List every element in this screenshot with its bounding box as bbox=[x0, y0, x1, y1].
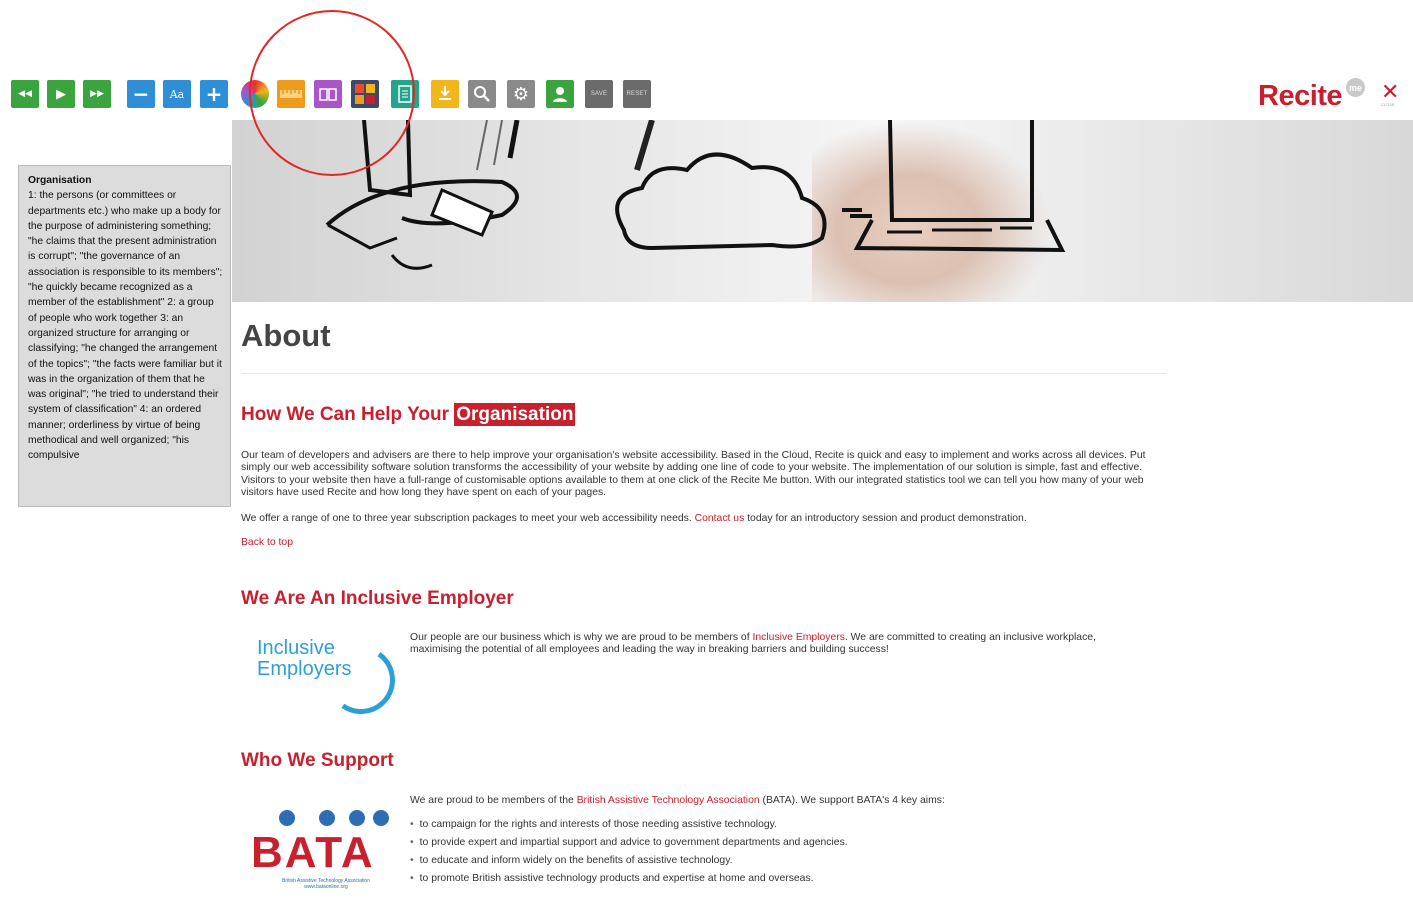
back-to-top-link[interactable]: Back to top bbox=[241, 537, 293, 548]
subscription-paragraph: We offer a range of one to three year su… bbox=[241, 513, 1167, 525]
subscription-text-after: today for an introductory session and pr… bbox=[744, 513, 1027, 524]
save-button[interactable]: SAVE bbox=[585, 80, 613, 108]
recite-toolbar: ◀◀ ▶ ▶▶ − Aa + ⚙ SAVE RESET Recite me ✕ … bbox=[0, 68, 1413, 120]
decrease-text-button[interactable]: − bbox=[127, 80, 155, 108]
fast-forward-icon: ▶▶ bbox=[90, 89, 104, 99]
page-title: About bbox=[241, 318, 331, 353]
highlighted-word: Organisation bbox=[454, 403, 576, 426]
list-item: to promote British assistive technology … bbox=[410, 870, 848, 888]
rewind-icon: ◀◀ bbox=[18, 89, 32, 99]
inclusive-employers-link[interactable]: Inclusive Employers bbox=[753, 632, 845, 643]
bata-link[interactable]: British Assistive Technology Association bbox=[577, 795, 760, 806]
subscription-text-before: We offer a range of one to three year su… bbox=[241, 513, 695, 524]
font-button[interactable]: Aa bbox=[163, 80, 191, 108]
reset-button[interactable]: RESET bbox=[623, 80, 651, 108]
bata-figure bbox=[349, 810, 365, 826]
employer-text-before: Our people are our business which is why… bbox=[410, 632, 753, 643]
bata-figure bbox=[319, 810, 335, 826]
support-paragraph: We are proud to be members of the Britis… bbox=[410, 795, 1150, 807]
bata-wordmark: BATA bbox=[251, 828, 375, 877]
search-icon bbox=[474, 86, 490, 102]
definition-title: Organisation bbox=[28, 175, 92, 186]
ie-logo-line1: Inclusive bbox=[257, 637, 335, 659]
section-heading-support: Who We Support bbox=[241, 750, 394, 771]
play-icon: ▶ bbox=[56, 86, 66, 102]
plus-icon: + bbox=[205, 82, 223, 106]
rewind-button[interactable]: ◀◀ bbox=[11, 80, 39, 108]
user-icon bbox=[553, 87, 567, 102]
bata-aims-list: to campaign for the rights and interests… bbox=[410, 816, 848, 888]
minus-icon: − bbox=[132, 82, 150, 106]
employer-paragraph: Our people are our business which is why… bbox=[410, 632, 1150, 657]
list-item: to campaign for the rights and interests… bbox=[410, 816, 848, 834]
support-text-after: (BATA). We support BATA's 4 key aims: bbox=[759, 795, 945, 806]
bata-subtitle-line2: www.bataonline.org bbox=[304, 884, 348, 890]
recite-logo: Recite bbox=[1258, 80, 1343, 112]
magnifier-button[interactable] bbox=[468, 80, 496, 108]
hero-banner bbox=[232, 120, 1413, 302]
recite-me-badge: me bbox=[1346, 78, 1365, 97]
divider bbox=[241, 373, 1167, 374]
inclusive-employers-logo[interactable]: Inclusive Employers bbox=[255, 630, 401, 720]
settings-button[interactable]: ⚙ bbox=[507, 80, 535, 108]
banner-illustration bbox=[325, 120, 1066, 270]
bata-subtitle: British Assistive Technology Association… bbox=[251, 878, 401, 890]
play-button[interactable]: ▶ bbox=[47, 80, 75, 108]
bata-figure bbox=[373, 810, 389, 826]
bata-figure bbox=[279, 810, 295, 826]
bata-logo[interactable]: BATA British Assistive Technology Associ… bbox=[251, 810, 401, 890]
close-icon[interactable]: ✕ bbox=[1381, 81, 1399, 103]
close-label: CLOSE bbox=[1381, 102, 1395, 107]
reset-label: RESET bbox=[626, 91, 648, 97]
user-button[interactable] bbox=[546, 80, 574, 108]
save-label: SAVE bbox=[590, 91, 608, 97]
font-icon: Aa bbox=[169, 87, 185, 101]
section-heading-help: How We Can Help Your Organisation bbox=[241, 403, 576, 426]
dictionary-definition-panel: Organisation 1: the persons (or committe… bbox=[18, 165, 231, 507]
highlight-circle bbox=[249, 10, 415, 176]
download-button[interactable] bbox=[431, 80, 459, 108]
section-heading-employer: We Are An Inclusive Employer bbox=[241, 588, 514, 609]
section-heading-help-text: How We Can Help Your bbox=[241, 404, 455, 425]
support-text-before: We are proud to be members of the bbox=[410, 795, 577, 806]
fast-forward-button[interactable]: ▶▶ bbox=[83, 80, 111, 108]
contact-us-link[interactable]: Contact us bbox=[695, 513, 745, 524]
list-item: to provide expert and impartial support … bbox=[410, 834, 848, 852]
increase-text-button[interactable]: + bbox=[200, 80, 228, 108]
download-icon bbox=[439, 86, 451, 100]
gear-icon: ⚙ bbox=[512, 83, 530, 105]
list-item: to educate and inform widely on the bene… bbox=[410, 852, 848, 870]
definition-text: 1: the persons (or committees or departm… bbox=[28, 190, 223, 462]
help-paragraph: Our team of developers and advisers are … bbox=[241, 450, 1146, 499]
